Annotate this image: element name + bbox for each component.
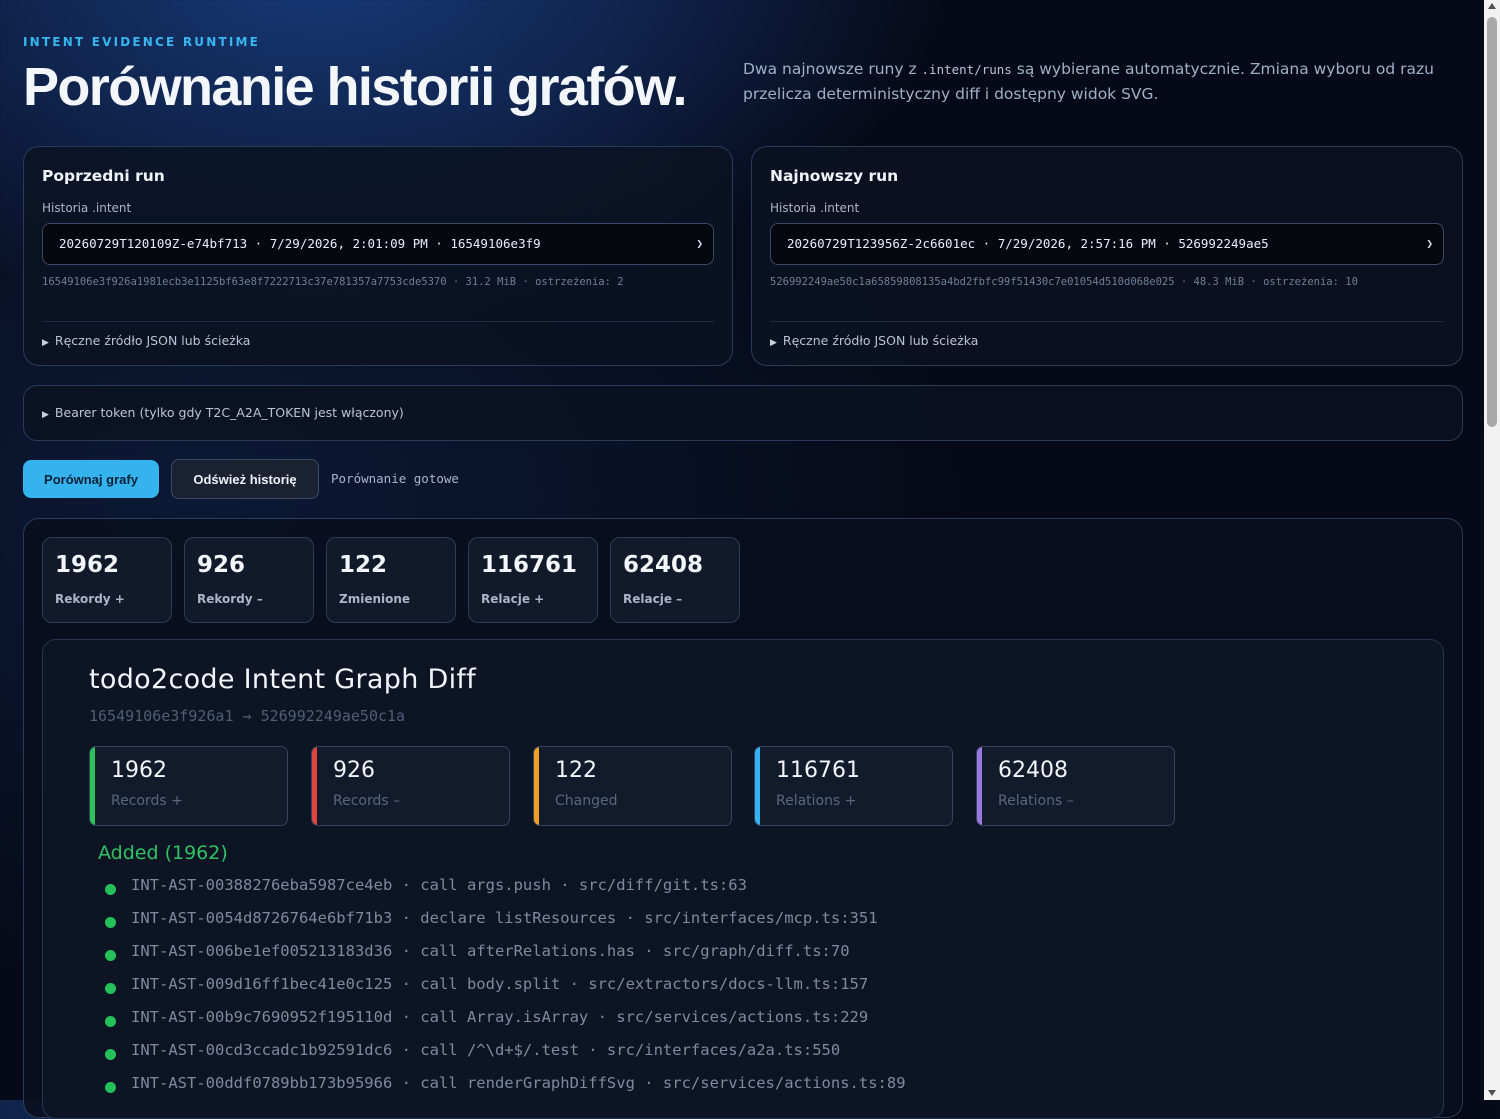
previous-run-history-label: Historia .intent bbox=[42, 201, 132, 215]
results-panel: 1962 Rekordy + 926 Rekordy – 122 Zmienio… bbox=[23, 518, 1463, 1119]
page-scrollbar[interactable] bbox=[1484, 0, 1500, 1100]
stat-value: 116761 bbox=[481, 552, 578, 578]
latest-run-manual-source-label: Ręczne źródło JSON lub ścieżka bbox=[782, 333, 979, 348]
svg-card-value: 116761 bbox=[776, 758, 860, 783]
chevron-down-icon: ❯ bbox=[696, 237, 703, 250]
previous-run-selected-value: 20260729T120109Z-e74bf713 · 7/29/2026, 2… bbox=[59, 236, 541, 251]
svg-card-label: Changed bbox=[555, 793, 618, 809]
list-item-text: INT-AST-006be1ef005213183d36 · call afte… bbox=[131, 942, 850, 960]
previous-run-title: Poprzedni run bbox=[42, 167, 165, 185]
bearer-token-toggle[interactable]: ▶ Bearer token (tylko gdy T2C_A2A_TOKEN j… bbox=[42, 405, 404, 420]
disclosure-triangle-icon: ▶ bbox=[770, 338, 777, 348]
stat-records-added: 1962 Rekordy + bbox=[42, 537, 172, 623]
stat-changed: 122 Zmienione bbox=[326, 537, 456, 623]
svg-card-accent bbox=[312, 747, 317, 825]
bearer-token-card: ▶ Bearer token (tylko gdy T2C_A2A_TOKEN j… bbox=[23, 385, 1463, 441]
svg-card-value: 926 bbox=[333, 758, 375, 783]
status-message: Porównanie gotowe bbox=[331, 471, 459, 486]
latest-run-select[interactable]: 20260729T123956Z-2c6601ec · 7/29/2026, 2… bbox=[770, 223, 1444, 265]
description-text-start: Dwa najnowsze runy z bbox=[743, 60, 922, 78]
svg-card-relations-removed: 62408 Relations – bbox=[976, 746, 1175, 826]
svg-card-label: Relations + bbox=[776, 793, 857, 809]
svg-card-value: 62408 bbox=[998, 758, 1068, 783]
stat-label: Relacje + bbox=[481, 592, 545, 606]
stat-label: Zmienione bbox=[339, 592, 411, 606]
svg-card-accent bbox=[90, 747, 95, 825]
page-description: Dwa najnowsze runy z .intent/runs są wyb… bbox=[743, 57, 1443, 107]
added-dot-icon bbox=[105, 884, 116, 895]
svg-card-accent bbox=[534, 747, 539, 825]
disclosure-triangle-icon: ▶ bbox=[42, 410, 49, 420]
svg-card-changed: 122 Changed bbox=[533, 746, 732, 826]
added-dot-icon bbox=[105, 1049, 116, 1060]
latest-run-title: Najnowszy run bbox=[770, 167, 899, 185]
latest-run-meta: 526992249ae50c1a65859808135a4bd2fbfc99f5… bbox=[770, 276, 1358, 288]
stat-value: 122 bbox=[339, 552, 388, 578]
latest-run-manual-source-toggle[interactable]: ▶ Ręczne źródło JSON lub ścieżka bbox=[770, 333, 978, 348]
stat-label: Rekordy + bbox=[55, 592, 125, 606]
list-item-text: INT-AST-00cd3ccadc1b92591dc6 · call /^\d… bbox=[131, 1041, 841, 1059]
compare-graphs-button[interactable]: Porównaj grafy bbox=[23, 460, 159, 498]
stat-value: 1962 bbox=[55, 552, 120, 578]
latest-run-selected-value: 20260729T123956Z-2c6601ec · 7/29/2026, 2… bbox=[787, 236, 1269, 251]
latest-run-history-label: Historia .intent bbox=[770, 201, 860, 215]
svg-card-relations-added: 116761 Relations + bbox=[754, 746, 953, 826]
divider bbox=[42, 321, 714, 322]
svg-diff-subtitle: 16549106e3f926a1 → 526992249ae50c1a bbox=[89, 707, 406, 725]
list-item-text: INT-AST-00388276eba5987ce4eb · call args… bbox=[131, 876, 747, 894]
stat-value: 62408 bbox=[623, 552, 704, 578]
list-item-text: INT-AST-00ddf0789bb173b95966 · call rend… bbox=[131, 1074, 906, 1092]
svg-card-accent bbox=[755, 747, 760, 825]
list-item-text: INT-AST-00b9c7690952f195110d · call Arra… bbox=[131, 1008, 869, 1026]
added-section-heading: Added (1962) bbox=[98, 842, 228, 864]
stat-relations-added: 116761 Relacje + bbox=[468, 537, 598, 623]
added-dot-icon bbox=[105, 983, 116, 994]
refresh-history-button[interactable]: Odśwież historię bbox=[171, 459, 319, 499]
scroll-down-arrow-icon[interactable] bbox=[1488, 1090, 1496, 1096]
graph-diff-svg-view: todo2code Intent Graph Diff 16549106e3f9… bbox=[42, 639, 1444, 1119]
added-dot-icon bbox=[105, 1082, 116, 1093]
stat-records-removed: 926 Rekordy – bbox=[184, 537, 314, 623]
stat-label: Relacje – bbox=[623, 592, 683, 606]
app-eyebrow: INTENT EVIDENCE RUNTIME bbox=[23, 35, 261, 49]
stat-value: 926 bbox=[197, 552, 246, 578]
scrollbar-thumb[interactable] bbox=[1487, 17, 1497, 427]
previous-run-manual-source-label: Ręczne źródło JSON lub ścieżka bbox=[54, 333, 251, 348]
svg-card-records-removed: 926 Records – bbox=[311, 746, 510, 826]
svg-card-label: Relations – bbox=[998, 793, 1074, 809]
stat-label: Rekordy – bbox=[197, 592, 263, 606]
list-item-text: INT-AST-0054d8726764e6bf71b3 · declare l… bbox=[131, 909, 878, 927]
svg-card-value: 1962 bbox=[111, 758, 167, 783]
scroll-up-arrow-icon[interactable] bbox=[1488, 3, 1496, 9]
svg-card-value: 122 bbox=[555, 758, 597, 783]
svg-card-records-added: 1962 Records + bbox=[89, 746, 288, 826]
svg-card-accent bbox=[977, 747, 982, 825]
disclosure-triangle-icon: ▶ bbox=[42, 338, 49, 348]
added-dot-icon bbox=[105, 950, 116, 961]
list-item-text: INT-AST-009d16ff1bec41e0c125 · call body… bbox=[131, 975, 869, 993]
previous-run-select[interactable]: 20260729T120109Z-e74bf713 · 7/29/2026, 2… bbox=[42, 223, 714, 265]
svg-card-label: Records + bbox=[111, 793, 183, 809]
previous-run-manual-source-toggle[interactable]: ▶ Ręczne źródło JSON lub ścieżka bbox=[42, 333, 250, 348]
stat-relations-removed: 62408 Relacje – bbox=[610, 537, 740, 623]
page-title: Porównanie historii grafów. bbox=[23, 57, 687, 117]
runs-path-code: .intent/runs bbox=[921, 62, 1012, 77]
added-dot-icon bbox=[105, 1016, 116, 1027]
latest-run-card: Najnowszy run Historia .intent 20260729T… bbox=[751, 146, 1463, 366]
previous-run-meta: 16549106e3f926a1981ecb3e1125bf63e8f72227… bbox=[42, 276, 624, 288]
chevron-down-icon: ❯ bbox=[1426, 237, 1433, 250]
previous-run-card: Poprzedni run Historia .intent 20260729T… bbox=[23, 146, 733, 366]
divider bbox=[770, 321, 1444, 322]
svg-diff-title: todo2code Intent Graph Diff bbox=[89, 664, 476, 695]
bearer-token-label: Bearer token (tylko gdy T2C_A2A_TOKEN je… bbox=[54, 405, 404, 420]
svg-card-label: Records – bbox=[333, 793, 401, 809]
added-dot-icon bbox=[105, 917, 116, 928]
